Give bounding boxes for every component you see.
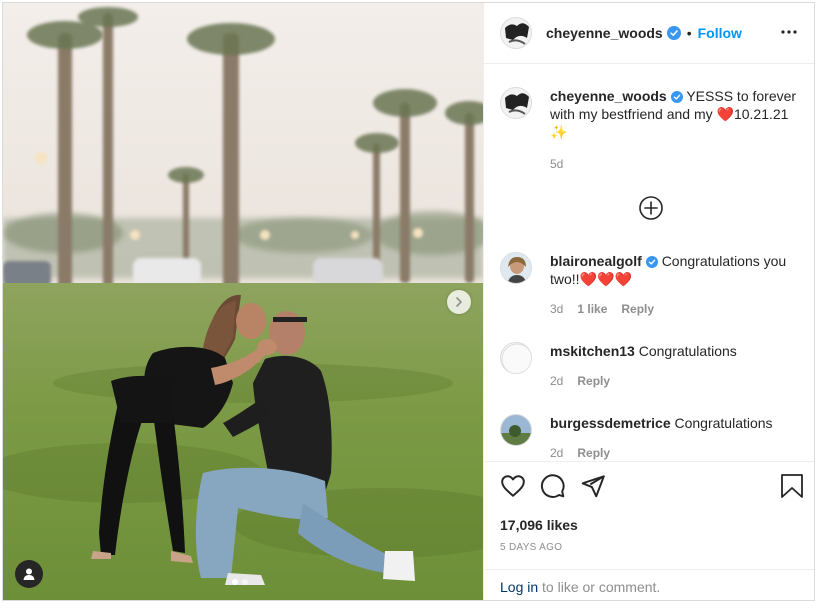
comment-meta: 2d Reply xyxy=(550,446,610,460)
post-header: cheyenne_woods • Follow xyxy=(484,3,814,64)
caption-time[interactable]: 5d xyxy=(550,157,563,171)
carousel-dot-2 xyxy=(242,579,248,585)
bookmark-icon[interactable] xyxy=(780,473,804,499)
post-photo[interactable] xyxy=(3,3,483,600)
tagged-users-button[interactable] xyxy=(15,560,43,588)
comment-avatar[interactable] xyxy=(500,252,532,284)
carousel-dot-1 xyxy=(232,579,238,585)
comment-body: Congratulations xyxy=(638,343,737,359)
caption-text: cheyenne_woods YESSS to forever with my … xyxy=(550,87,800,141)
author-username[interactable]: cheyenne_woods xyxy=(546,25,663,41)
comment-body: Congratulations xyxy=(674,415,773,431)
caption-username[interactable]: cheyenne_woods xyxy=(550,88,667,104)
comment-text: blaironealgolf Congratulations you two!!… xyxy=(550,252,800,288)
heart-emoji: ❤️ xyxy=(716,106,734,122)
login-link[interactable]: Log in xyxy=(500,579,538,595)
action-bar xyxy=(500,473,803,503)
comment-meta: 2d Reply xyxy=(550,374,610,388)
login-prompt-text: to like or comment. xyxy=(538,579,661,595)
reply-button[interactable]: Reply xyxy=(577,446,610,460)
avatar-image xyxy=(501,88,531,118)
login-prompt: Log in to like or comment. xyxy=(484,569,814,600)
verified-badge-icon xyxy=(645,256,658,268)
reply-button[interactable]: Reply xyxy=(577,374,610,388)
more-options-icon[interactable] xyxy=(780,23,798,41)
comment-time[interactable]: 2d xyxy=(550,374,563,388)
avatar-image xyxy=(501,415,531,445)
avatar-image xyxy=(501,253,531,283)
comment-avatar[interactable] xyxy=(500,414,532,446)
heart-icon[interactable] xyxy=(500,473,526,499)
avatar-image xyxy=(501,18,531,48)
comment-username[interactable]: mskitchen13 xyxy=(550,343,635,359)
follow-button[interactable]: Follow xyxy=(698,25,742,41)
header-separator: • xyxy=(686,25,692,41)
comment-time[interactable]: 2d xyxy=(550,446,563,460)
comment-avatar[interactable] xyxy=(500,342,532,374)
hearts-emoji: ❤️❤️❤️ xyxy=(579,271,632,287)
user-tag-icon xyxy=(23,568,35,580)
comment-time[interactable]: 3d xyxy=(550,302,563,316)
post-side-panel: cheyenne_woods • Follow cheyenne_woods Y… xyxy=(483,3,814,600)
comment-username[interactable]: burgessdemetrice xyxy=(550,415,671,431)
carousel-indicator xyxy=(232,579,248,585)
caption-avatar[interactable] xyxy=(500,87,532,119)
likes-count[interactable]: 17,096 likes xyxy=(500,517,578,533)
engagement-photo xyxy=(3,3,483,600)
verified-badge-icon xyxy=(666,26,681,40)
next-photo-button[interactable] xyxy=(447,290,471,314)
sparkles-emoji: ✨ xyxy=(550,124,568,140)
post-timestamp[interactable]: 5 DAYS AGO xyxy=(500,542,562,553)
next-arrow-icon xyxy=(456,297,462,307)
comment-meta: 3d 1 like Reply xyxy=(550,302,654,316)
comment-username[interactable]: blaironealgolf xyxy=(550,253,642,269)
comment-text: mskitchen13 Congratulations xyxy=(550,342,800,360)
add-comment-icon[interactable] xyxy=(639,196,663,220)
comment-likes[interactable]: 1 like xyxy=(577,302,607,316)
verified-badge-icon xyxy=(670,91,683,103)
post-container: cheyenne_woods • Follow cheyenne_woods Y… xyxy=(2,2,815,601)
comment-icon[interactable] xyxy=(540,473,566,499)
caption-date: 10.21.21 xyxy=(733,106,789,122)
reply-button[interactable]: Reply xyxy=(621,302,654,316)
comments-list[interactable]: cheyenne_woods YESSS to forever with my … xyxy=(484,63,814,462)
author-avatar[interactable] xyxy=(500,17,532,49)
share-icon[interactable] xyxy=(580,473,606,499)
caption-meta: 5d xyxy=(550,157,563,171)
comment-text: burgessdemetrice Congratulations xyxy=(550,414,800,432)
default-avatar-icon xyxy=(501,343,531,373)
